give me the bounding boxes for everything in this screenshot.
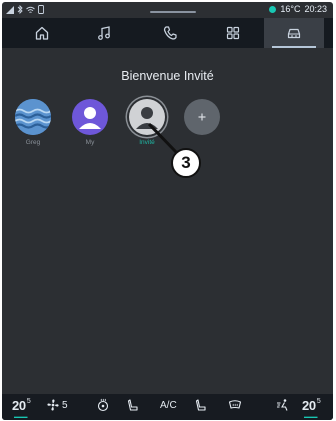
person-icon	[72, 99, 108, 135]
music-icon	[98, 26, 110, 40]
driver-seat-heat-button[interactable]	[126, 398, 140, 412]
seat-heat-icon	[195, 399, 206, 411]
status-dot	[269, 5, 277, 13]
windshield-icon	[228, 400, 242, 409]
waves-icon	[15, 99, 51, 135]
add-profile-button[interactable]	[179, 99, 225, 139]
tab-vehicle[interactable]	[264, 18, 324, 48]
ac-button[interactable]: A/C	[160, 398, 177, 411]
outside-temperature: 16°C	[280, 4, 301, 14]
profile-my[interactable]: My	[67, 99, 113, 146]
phone-battery-icon	[38, 5, 44, 16]
profile-label: Greg	[25, 139, 41, 146]
climate-bar: 20 5 ▬▬▬ 5 A/C 20 5 ▬▬▬	[2, 394, 333, 420]
page-title: Bienvenue Invité	[121, 69, 214, 83]
bluetooth-icon	[17, 4, 23, 16]
plus-icon	[184, 99, 220, 135]
phone-icon	[163, 26, 177, 40]
fan-icon	[47, 399, 59, 411]
temp-adjust-hint: ▬▬▬	[304, 414, 318, 419]
fan-person-icon	[277, 399, 288, 411]
signal-icon	[6, 5, 14, 16]
wifi-icon	[26, 6, 35, 16]
clock: 20:23	[304, 4, 327, 14]
tab-home[interactable]	[12, 18, 72, 48]
fan-speed[interactable]: 5	[46, 398, 68, 412]
steering-heat-button[interactable]	[96, 398, 110, 412]
passenger-temperature[interactable]: 20 5 ▬▬▬	[302, 398, 321, 419]
callout-badge: 3	[171, 148, 201, 178]
passenger-seat-heat-button[interactable]	[194, 398, 208, 412]
seat-heat-icon	[127, 399, 138, 411]
tab-phone[interactable]	[140, 18, 200, 48]
person-icon	[129, 99, 165, 135]
profile-greg[interactable]: Greg	[10, 99, 56, 146]
air-distribution-button[interactable]	[276, 398, 290, 412]
tab-apps[interactable]	[203, 18, 263, 48]
tab-music[interactable]	[74, 18, 134, 48]
infotainment-screen: 16°C 20:23 Bienvenue Invité Greg My Invi…	[2, 2, 333, 420]
status-bar: 16°C 20:23	[2, 2, 333, 18]
status-right: 16°C 20:23	[269, 4, 327, 14]
steering-heat-icon	[97, 398, 109, 412]
profile-label: Invité	[139, 139, 155, 146]
profile-label: My	[85, 139, 95, 146]
profile-guest[interactable]: Invité	[124, 99, 170, 146]
main-tab-bar	[2, 18, 333, 48]
driver-temperature[interactable]: 20 5 ▬▬▬	[12, 398, 31, 419]
windshield-defrost-button[interactable]	[228, 398, 242, 412]
pull-down-handle[interactable]	[150, 11, 196, 13]
temp-adjust-hint: ▬▬▬	[14, 414, 28, 419]
apps-grid-icon	[226, 26, 240, 40]
home-icon	[35, 26, 49, 40]
status-icons	[6, 4, 44, 16]
car-icon	[287, 28, 301, 39]
